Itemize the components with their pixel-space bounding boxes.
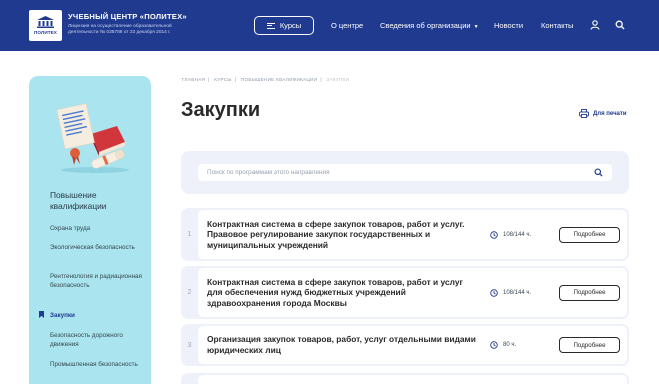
breadcrumb-separator: | [234,77,237,82]
course-number: 2 [187,289,192,296]
course-duration: 108/144 ч. [490,288,532,297]
breadcrumb-home[interactable]: ГЛАВНАЯ [182,77,205,82]
course-number: 1 [187,231,192,238]
nav-link-label: Сведения об организации [380,21,471,30]
courses-button-label: Курсы [279,21,302,30]
courses-button[interactable]: Курсы [254,16,314,35]
search-icon[interactable] [594,168,603,177]
menu-icon [266,22,275,29]
sidebar-item-road-safety[interactable]: Безопасность дорожного движения [50,331,142,349]
breadcrumb-qualification[interactable]: ПОВЫШЕНИЕ КВАЛИФИКАЦИИ [241,77,317,82]
sidebar-item-labor-safety[interactable]: Охрана труда [50,224,142,233]
printer-icon [579,109,589,118]
course-list-item: 1 Контрактная система в сфере закупок то… [181,208,629,261]
details-button[interactable]: Подробнее [559,284,620,301]
details-button[interactable]: Подробнее [559,226,620,243]
course-number: 3 [187,341,192,349]
print-link-label: Для печати [593,110,627,117]
course-card: Контрактная система в сфере закупок това… [198,268,627,317]
nav-link-news[interactable]: Новости [494,21,523,30]
nav-link-about[interactable]: О центре [331,21,363,30]
chevron-down-icon: ▼ [473,24,479,30]
course-card: Организация закупок товаров, работ, услу… [198,326,627,364]
top-navigation-bar: ПОЛИТЕХ УЧЕБНЫЙ ЦЕНТР «ПОЛИТЕХ» Лицензия… [0,0,659,51]
print-link[interactable]: Для печати [579,109,627,118]
sidebar-item-ecological-safety[interactable]: Экологическая безопасность [50,243,142,252]
course-hours: 108/144 ч. [503,289,532,296]
books-and-diploma-illustration [56,103,129,173]
sidebar-item-radiology[interactable]: Рентгенология и радиационная безопасност… [50,272,142,290]
course-list-item: 2 Контрактная система в сфере закупок то… [181,266,629,319]
details-button[interactable]: Подробнее [559,337,620,353]
course-title[interactable]: Контрактная система в сфере закупок това… [207,210,479,259]
breadcrumb-courses[interactable]: КУРСЫ [214,77,232,82]
brand-title[interactable]: УЧЕБНЫЙ ЦЕНТР «ПОЛИТЕХ» [68,12,187,21]
course-card [198,375,627,384]
breadcrumb-current: ЗАКУПКИ [326,77,350,82]
breadcrumb-separator: | [320,77,322,82]
search-input[interactable] [198,164,588,181]
sidebar-item-procurement[interactable]: Закупки [50,311,142,320]
brand-license-text: Лицензия на осуществление образовательно… [68,24,172,35]
sidebar-title: Повышение квалификации [50,190,107,211]
course-title[interactable]: Контрактная система в сфере закупок това… [207,268,479,317]
course-hours: 80 ч. [503,342,517,348]
bookmark-icon [39,311,44,318]
course-duration: 108/144 ч. [490,230,532,239]
logo[interactable]: ПОЛИТЕХ [29,10,62,41]
course-hours: 108/144 ч. [503,231,532,238]
course-card: Контрактная система в сфере закупок това… [198,210,627,259]
search-box [198,164,612,181]
breadcrumb: ГЛАВНАЯ | КУРСЫ | ПОВЫШЕНИЕ КВАЛИФИКАЦИИ | … [182,77,352,82]
search-icon[interactable] [615,20,625,30]
page-title: Закупки [181,99,261,121]
search-panel [181,151,629,194]
user-icon[interactable] [590,20,600,30]
nav-link-organization-info[interactable]: Сведения об организации ▼ [380,21,479,30]
clock-icon [490,341,498,349]
course-title[interactable]: Организация закупок товаров, работ, услу… [207,326,479,364]
course-list-item [181,373,629,384]
course-duration: 80 ч. [490,341,516,349]
clock-icon [490,230,498,239]
nav-link-contacts[interactable]: Контакты [541,21,573,30]
course-list-item: 3 Организация закупок товаров, работ, ус… [181,324,629,366]
sidebar-item-industrial-safety[interactable]: Промышленная безопасность [50,360,142,369]
breadcrumb-separator: | [208,77,210,82]
category-sidebar: Повышение квалификации Охрана труда Экол… [29,76,151,384]
clock-icon [490,288,498,297]
logo-text: ПОЛИТЕХ [34,30,57,35]
building-icon [37,16,54,28]
